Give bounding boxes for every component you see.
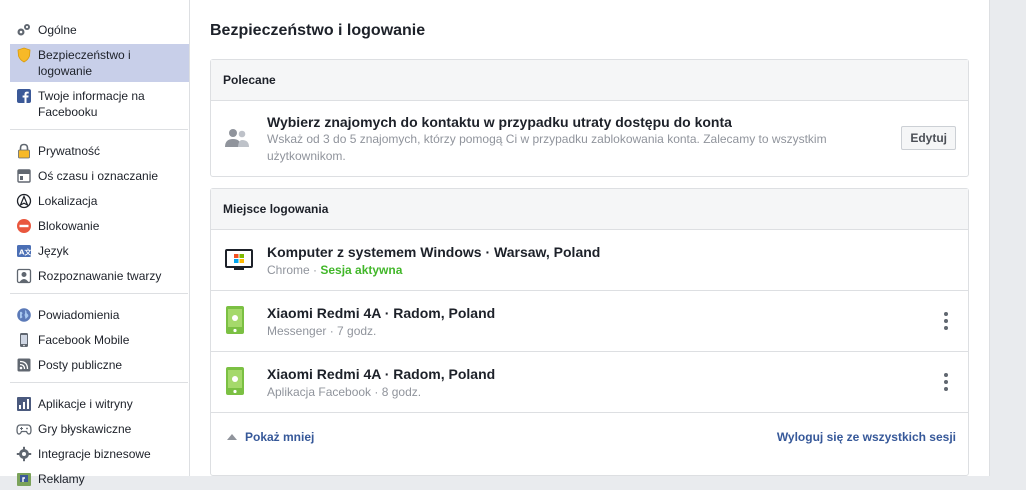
recommended-item: Wybierz znajomych do kontaktu w przypadk… bbox=[211, 101, 968, 176]
sidebar-item-label: Twoje informacje na Facebooku bbox=[38, 89, 145, 119]
session-app: Chrome · bbox=[267, 263, 321, 277]
panel-header: Miejsce logowania bbox=[211, 189, 968, 230]
session-details: Messenger · 7 godz. bbox=[267, 324, 377, 338]
sidebar-item-label: Prywatność bbox=[38, 144, 101, 158]
nav-group-apps: Aplikacje i witryny Gry błyskawiczne Int… bbox=[0, 393, 189, 490]
windows-pc-icon bbox=[225, 249, 253, 274]
session-details: Chrome · Sesja aktywna bbox=[267, 262, 402, 279]
sidebar-item-label: Facebook Mobile bbox=[38, 333, 130, 347]
sidebar-item-language[interactable]: A文 Język bbox=[0, 240, 189, 262]
location-icon bbox=[16, 193, 32, 209]
recommended-panel: Polecane Wybierz znajomych do kontaktu w… bbox=[210, 59, 969, 177]
gears-icon bbox=[16, 22, 32, 38]
more-options-icon[interactable] bbox=[944, 312, 948, 330]
sidebar-item-facebook-mobile[interactable]: Facebook Mobile bbox=[0, 329, 189, 351]
friends-icon bbox=[225, 128, 249, 151]
divider bbox=[10, 129, 188, 130]
sidebar-item-label: Integracje biznesowe bbox=[38, 447, 151, 461]
sidebar-item-security-login[interactable]: Bezpieczeństwo i logowanie bbox=[10, 44, 189, 82]
more-options-icon[interactable] bbox=[944, 373, 948, 391]
svg-text:文: 文 bbox=[25, 248, 33, 257]
sidebar-item-instant-games[interactable]: Gry błyskawiczne bbox=[0, 418, 189, 440]
sidebar-item-label: Lokalizacja bbox=[38, 194, 98, 208]
recommended-title: Wybierz znajomych do kontaktu w przypadk… bbox=[267, 114, 732, 130]
sidebar-item-business-integrations[interactable]: Integracje biznesowe bbox=[0, 443, 189, 465]
logout-all-sessions-link[interactable]: Wyloguj się ze wszystkich sesji bbox=[777, 430, 956, 444]
nav-group-general: Ogólne Bezpieczeństwo i logowanie Twoje … bbox=[0, 19, 189, 123]
sidebar-item-location[interactable]: Lokalizacja bbox=[0, 190, 189, 212]
gear-icon bbox=[16, 446, 32, 462]
sidebar-item-label: Aplikacje i witryny bbox=[38, 397, 133, 411]
sidebar-item-timeline-tagging[interactable]: Oś czasu i oznaczanie bbox=[0, 165, 189, 187]
session-device: Xiaomi Redmi 4A · Radom, Poland bbox=[267, 366, 496, 382]
sidebar-item-label: Rozpoznawanie twarzy bbox=[38, 269, 162, 283]
timeline-icon bbox=[16, 168, 32, 184]
active-session-label: Sesja aktywna bbox=[320, 263, 403, 277]
settings-main: Bezpieczeństwo i logowanie Polecane Wybi… bbox=[190, 0, 989, 476]
sidebar-item-notifications[interactable]: Powiadomienia bbox=[0, 304, 189, 326]
divider bbox=[10, 382, 188, 383]
language-icon: A文 bbox=[16, 243, 32, 259]
sidebar-item-label: Gry błyskawiczne bbox=[38, 422, 132, 436]
globe-icon bbox=[16, 307, 32, 323]
sidebar-item-label: Blokowanie bbox=[38, 219, 100, 233]
gamepad-icon bbox=[16, 421, 32, 437]
divider bbox=[10, 293, 188, 294]
page-title: Bezpieczeństwo i logowanie bbox=[210, 22, 426, 39]
face-recognition-icon bbox=[16, 268, 32, 284]
caret-up-icon bbox=[227, 434, 237, 440]
facebook-icon bbox=[16, 88, 32, 104]
nav-group-notifications: Powiadomienia Facebook Mobile Posty publ… bbox=[0, 304, 189, 376]
sidebar-item-label: Język bbox=[38, 244, 69, 258]
login-places-panel: Miejsce logowania Komputer z systemem Wi… bbox=[210, 188, 969, 476]
show-less-label: Pokaż mniej bbox=[245, 430, 315, 444]
sidebar-item-your-facebook-info[interactable]: Twoje informacje na Facebooku bbox=[0, 85, 189, 123]
sidebar-item-apps-websites[interactable]: Aplikacje i witryny bbox=[0, 393, 189, 415]
session-footer: Pokaż mniej Wyloguj się ze wszystkich se… bbox=[211, 413, 968, 459]
sidebar-item-label: Oś czasu i oznaczanie bbox=[38, 169, 159, 183]
phone-icon bbox=[225, 366, 245, 399]
sidebar-item-privacy[interactable]: Prywatność bbox=[0, 140, 189, 162]
settings-sidebar: Ogólne Bezpieczeństwo i logowanie Twoje … bbox=[0, 0, 190, 486]
session-details: Aplikacja Facebook · 8 godz. bbox=[267, 385, 422, 399]
panel-header: Polecane bbox=[211, 60, 968, 101]
session-device: Komputer z systemem Windows · Warsaw, Po… bbox=[267, 244, 601, 260]
sidebar-item-general[interactable]: Ogólne bbox=[0, 19, 189, 41]
phone-icon bbox=[225, 305, 245, 338]
sidebar-item-label: Ogólne bbox=[38, 23, 77, 37]
show-less-link[interactable]: Pokaż mniej bbox=[227, 430, 314, 444]
lock-icon bbox=[16, 143, 32, 159]
sidebar-item-label: Bezpieczeństwo i logowanie bbox=[38, 48, 131, 78]
sidebar-item-ads[interactable]: Reklamy bbox=[0, 468, 189, 490]
shield-icon bbox=[16, 47, 32, 63]
ads-icon bbox=[16, 471, 32, 487]
mobile-icon bbox=[16, 332, 32, 348]
sidebar-item-label: Posty publiczne bbox=[38, 358, 123, 372]
rss-icon bbox=[16, 357, 32, 373]
apps-icon bbox=[16, 396, 32, 412]
sidebar-item-blocking[interactable]: Blokowanie bbox=[0, 215, 189, 237]
edit-button[interactable]: Edytuj bbox=[901, 126, 956, 150]
page-border bbox=[989, 0, 990, 476]
block-icon bbox=[16, 218, 32, 234]
nav-group-privacy: Prywatność Oś czasu i oznaczanie Lokaliz… bbox=[0, 140, 189, 287]
sidebar-item-public-posts[interactable]: Posty publiczne bbox=[0, 354, 189, 376]
sidebar-item-label: Reklamy bbox=[38, 472, 85, 486]
session-device: Xiaomi Redmi 4A · Radom, Poland bbox=[267, 305, 496, 321]
sidebar-item-label: Powiadomienia bbox=[38, 308, 120, 322]
session-row[interactable]: Xiaomi Redmi 4A · Radom, Poland Messenge… bbox=[211, 291, 968, 352]
recommended-description: Wskaż od 3 do 5 znajomych, którzy pomogą… bbox=[267, 132, 827, 163]
session-row[interactable]: Xiaomi Redmi 4A · Radom, Poland Aplikacj… bbox=[211, 352, 968, 413]
session-row[interactable]: Komputer z systemem Windows · Warsaw, Po… bbox=[211, 230, 968, 291]
sidebar-item-face-recognition[interactable]: Rozpoznawanie twarzy bbox=[0, 265, 189, 287]
